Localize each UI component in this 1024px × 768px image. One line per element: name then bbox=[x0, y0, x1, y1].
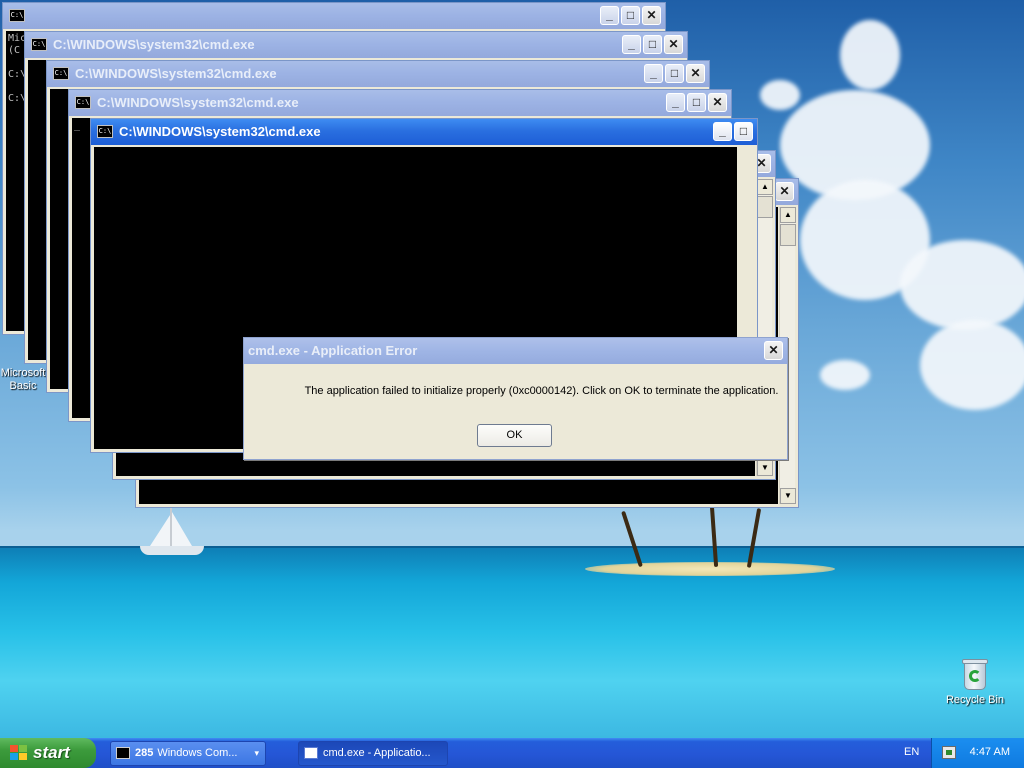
application-error-dialog[interactable]: cmd.exe - Application Error ✕ The applic… bbox=[243, 337, 788, 460]
cmd-icon bbox=[116, 747, 130, 759]
close-button[interactable]: ✕ bbox=[664, 35, 683, 54]
close-button[interactable]: ✕ bbox=[775, 182, 794, 201]
title-bar[interactable]: C:\ _ □ ✕ bbox=[3, 3, 665, 29]
close-button[interactable]: ✕ bbox=[686, 64, 705, 83]
maximize-button[interactable]: □ bbox=[687, 93, 706, 112]
scroll-up-arrow[interactable]: ▲ bbox=[757, 179, 773, 195]
desktop-icon-label: Recycle Bin bbox=[945, 694, 1005, 706]
scroll-down-arrow[interactable]: ▼ bbox=[757, 460, 773, 476]
taskbar-group-windows-command[interactable]: 285 Windows Com... ▾ bbox=[110, 741, 266, 766]
title-bar[interactable]: C:\ C:\WINDOWS\system32\cmd.exe _ □ ✕ bbox=[69, 90, 731, 116]
clock[interactable]: 4:47 AM bbox=[970, 746, 1010, 758]
title-bar[interactable]: C:\ C:\WINDOWS\system32\cmd.exe _ □ ✕ bbox=[25, 32, 687, 58]
desktop-icon-label: Basic bbox=[9, 380, 37, 392]
dialog-title-bar[interactable]: cmd.exe - Application Error ✕ bbox=[244, 338, 787, 364]
recycle-bin-icon bbox=[960, 656, 990, 690]
windows-flag-icon bbox=[10, 745, 28, 761]
maximize-button[interactable]: □ bbox=[621, 6, 640, 25]
taskbar[interactable]: start 285 Windows Com... ▾ cmd.exe - Appl… bbox=[0, 738, 1024, 768]
cmd-icon: C:\ bbox=[53, 67, 69, 80]
ok-button[interactable]: OK bbox=[477, 424, 552, 447]
desktop-icon-recycle-bin[interactable]: Recycle Bin bbox=[940, 656, 1010, 707]
network-icon[interactable] bbox=[942, 746, 956, 759]
language-indicator[interactable]: EN bbox=[904, 746, 919, 758]
sea bbox=[0, 548, 1024, 738]
cloud bbox=[840, 20, 900, 90]
cloud bbox=[820, 360, 870, 390]
close-button[interactable]: ✕ bbox=[708, 93, 727, 112]
minimize-button[interactable]: _ bbox=[713, 122, 732, 141]
chevron-down-icon: ▾ bbox=[254, 748, 259, 758]
maximize-button[interactable]: □ bbox=[643, 35, 662, 54]
task-label: Windows Com... bbox=[157, 747, 238, 759]
minimize-button[interactable]: _ bbox=[600, 6, 619, 25]
error-message: The application failed to initialize pro… bbox=[304, 385, 779, 397]
window-icon bbox=[304, 747, 318, 759]
title-bar[interactable]: C:\ C:\WINDOWS\system32\cmd.exe _ □ bbox=[91, 119, 757, 145]
scroll-down-arrow[interactable]: ▼ bbox=[780, 488, 796, 504]
island bbox=[585, 562, 835, 576]
task-label: cmd.exe - Applicatio... bbox=[323, 747, 431, 759]
window-title: C:\WINDOWS\system32\cmd.exe bbox=[53, 37, 255, 52]
sailboat-hull bbox=[140, 546, 204, 555]
taskbar-item-application-error[interactable]: cmd.exe - Applicatio... bbox=[298, 741, 448, 766]
desktop-icon-label: Microsoft bbox=[0, 367, 46, 379]
cmd-icon: C:\ bbox=[31, 38, 47, 51]
scroll-thumb[interactable] bbox=[757, 196, 773, 218]
maximize-button[interactable]: □ bbox=[665, 64, 684, 83]
scroll-thumb[interactable] bbox=[780, 224, 796, 246]
close-button[interactable]: ✕ bbox=[642, 6, 661, 25]
system-tray[interactable]: 4:47 AM bbox=[931, 738, 1024, 768]
close-button[interactable]: ✕ bbox=[764, 341, 783, 360]
cloud bbox=[920, 320, 1024, 410]
cmd-icon: C:\ bbox=[9, 9, 25, 22]
window-title: C:\WINDOWS\system32\cmd.exe bbox=[97, 95, 299, 110]
start-button[interactable]: start bbox=[0, 738, 96, 768]
minimize-button[interactable]: _ bbox=[666, 93, 685, 112]
cmd-icon: C:\ bbox=[75, 96, 91, 109]
window-title: C:\WINDOWS\system32\cmd.exe bbox=[119, 124, 321, 139]
dialog-title: cmd.exe - Application Error bbox=[248, 343, 418, 358]
maximize-button[interactable]: □ bbox=[734, 122, 753, 141]
desktop-icon-microsoft-basic[interactable]: Microsoft Basic bbox=[0, 367, 46, 393]
task-count: 285 bbox=[135, 747, 154, 759]
cloud bbox=[900, 240, 1024, 330]
window-title: C:\WINDOWS\system32\cmd.exe bbox=[75, 66, 277, 81]
minimize-button[interactable]: _ bbox=[622, 35, 641, 54]
desktop[interactable]: Microsoft Basic Recycle Bin ✕ ▲ ▼ ✕ ▲ ▼ bbox=[0, 0, 1024, 738]
scroll-up-arrow[interactable]: ▲ bbox=[780, 207, 796, 223]
title-bar[interactable]: C:\ C:\WINDOWS\system32\cmd.exe _ □ ✕ bbox=[47, 61, 709, 87]
start-label: start bbox=[33, 743, 70, 762]
cloud bbox=[760, 80, 800, 110]
minimize-button[interactable]: _ bbox=[644, 64, 663, 83]
sailboat-mast bbox=[170, 508, 172, 548]
cmd-icon: C:\ bbox=[97, 125, 113, 138]
